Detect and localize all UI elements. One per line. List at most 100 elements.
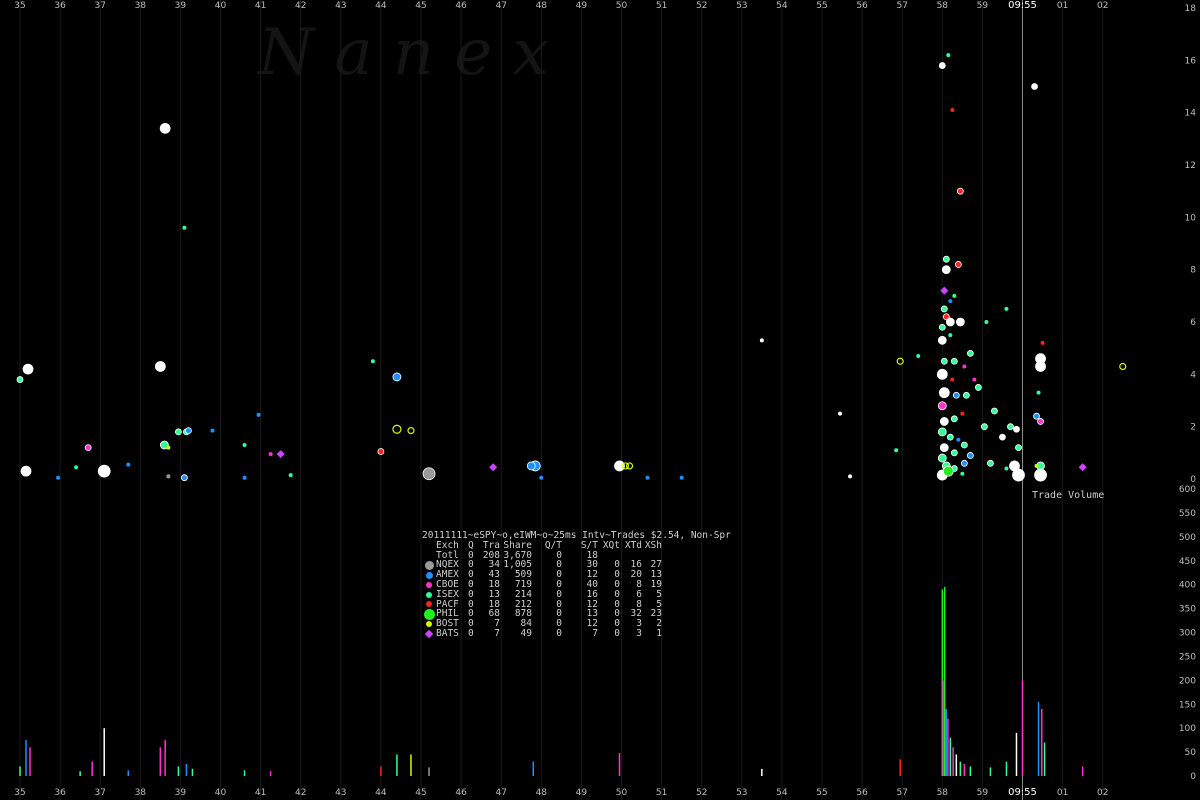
price-point: [938, 62, 946, 69]
x-tick-label-bottom: 46: [455, 788, 467, 798]
x-tick-label-bottom: 52: [696, 788, 707, 798]
price-point: [526, 461, 536, 471]
volume-bar: [1021, 680, 1024, 776]
x-tick-label-top: 59: [977, 1, 989, 11]
price-point: [937, 427, 947, 437]
x-tick-label-bottom: 56: [856, 788, 868, 798]
x-tick-label-top: 02: [1097, 1, 1108, 11]
volume-bar: [91, 761, 93, 776]
volume-bar: [899, 759, 901, 776]
x-tick-label-bottom: 43: [335, 788, 346, 798]
price-point: [377, 448, 385, 455]
price-point: [960, 411, 965, 416]
price-point: [952, 293, 957, 298]
price-point: [960, 441, 968, 449]
watermark: N a n e x: [256, 16, 549, 90]
volume-tick-label: 500: [1179, 533, 1196, 543]
price-point: [948, 299, 953, 304]
legend-row-bats: BATS 0 7 49 0 7 0 3 1: [422, 629, 731, 639]
price-point: [407, 426, 415, 435]
x-tick-label-bottom: 02: [1097, 788, 1108, 798]
volume-tick-label: 200: [1179, 676, 1196, 686]
x-tick-label-bottom: 57: [896, 788, 907, 798]
legend-cell: BATS: [436, 627, 459, 639]
price-point: [276, 450, 285, 459]
legend-cell: 1: [656, 627, 662, 639]
trade-chart: N a n e x 35 36 37 38 39 40 41 42 43 44 45 46 47 48 49…: [14, 0, 1197, 800]
volume-bar: [989, 767, 992, 776]
price-axis: 18 16 14 12 10 8 6 4 2 0: [1185, 4, 1197, 485]
price-point: [539, 475, 544, 480]
price-point: [972, 377, 977, 382]
price-point: [242, 475, 247, 480]
volume-bar: [396, 754, 398, 776]
price-point: [974, 384, 982, 391]
x-tick-label-bottom: 38: [135, 788, 147, 798]
volume-tick-label: 250: [1179, 652, 1196, 662]
price-point: [84, 444, 92, 452]
x-tick-label-top: 52: [696, 1, 707, 11]
price-point: [938, 387, 950, 399]
price-point: [950, 357, 958, 365]
volume-bar: [955, 754, 958, 776]
volume-bar: [191, 768, 194, 776]
price-point: [679, 475, 684, 480]
x-axis-top: 35 36 37 38 39 40 41 42 43 44 45 46 47 48 49 50 51 52 53 54…: [14, 0, 1108, 11]
price-tick-label: 8: [1190, 266, 1196, 276]
price-point: [940, 305, 948, 313]
x-tick-label-top: 43: [335, 1, 346, 11]
price-point: [1015, 444, 1022, 452]
price-point: [999, 433, 1006, 441]
volume-bar: [19, 766, 21, 776]
price-point: [1031, 83, 1038, 90]
price-point: [848, 474, 853, 479]
x-axis-bottom: 35 36 37 38 39 40 41 42 43 44 45 46 47 48 49 50 51 52 53 54…: [14, 787, 1108, 798]
price-point: [182, 225, 187, 230]
x-tick-label-top: 48: [536, 1, 548, 11]
price-point: [987, 459, 994, 467]
price-point: [1040, 340, 1045, 345]
price-point: [945, 317, 955, 327]
x-tick-label-bottom: 01: [1057, 788, 1068, 798]
volume-tick-label: 50: [1185, 748, 1197, 758]
price-point: [838, 411, 843, 416]
volume-tick-label: 100: [1179, 724, 1196, 734]
price-point: [950, 108, 955, 113]
volume-bar: [243, 770, 246, 776]
price-point: [174, 428, 182, 436]
price-point: [966, 349, 974, 357]
volume-bar: [269, 771, 272, 776]
legend-cell: XTd: [624, 539, 642, 551]
price-point: [392, 424, 402, 434]
price-tick-label: 0: [1190, 475, 1196, 485]
volume-bar: [1037, 701, 1040, 776]
price-tick-label: 2: [1190, 423, 1196, 433]
price-point: [937, 401, 947, 411]
volume-bar: [963, 764, 966, 776]
volume-tick-label: 400: [1179, 581, 1196, 591]
x-tick-label-bottom: 36: [54, 788, 66, 798]
x-tick-label-top: 35: [14, 1, 25, 11]
price-point: [370, 359, 375, 364]
x-tick-label-top: 56: [856, 1, 868, 11]
volume-bar: [127, 770, 130, 776]
volume-bar: [1015, 732, 1018, 776]
price-point: [939, 443, 949, 453]
volume-axis-title: Trade Volume: [1032, 490, 1104, 501]
volume-bar: [25, 740, 27, 776]
price-point: [22, 363, 34, 375]
x-tick-label-top: 58: [937, 1, 949, 11]
x-tick-label-top: 01: [1057, 1, 1068, 11]
price-point: [1007, 423, 1014, 431]
volume-tick-label: 450: [1179, 557, 1196, 567]
volume-tick-label: 350: [1179, 605, 1196, 615]
x-tick-label-top: 44: [375, 1, 387, 11]
price-point: [962, 391, 970, 399]
legend-cell: 0: [468, 627, 474, 639]
volume-bar: [185, 764, 188, 776]
price-point: [1034, 468, 1047, 482]
price-point: [97, 464, 111, 478]
x-tick-label-top: 45: [415, 1, 426, 11]
x-tick-label-bottom: 51: [656, 788, 667, 798]
x-tick-label-bottom: 49: [576, 788, 588, 798]
